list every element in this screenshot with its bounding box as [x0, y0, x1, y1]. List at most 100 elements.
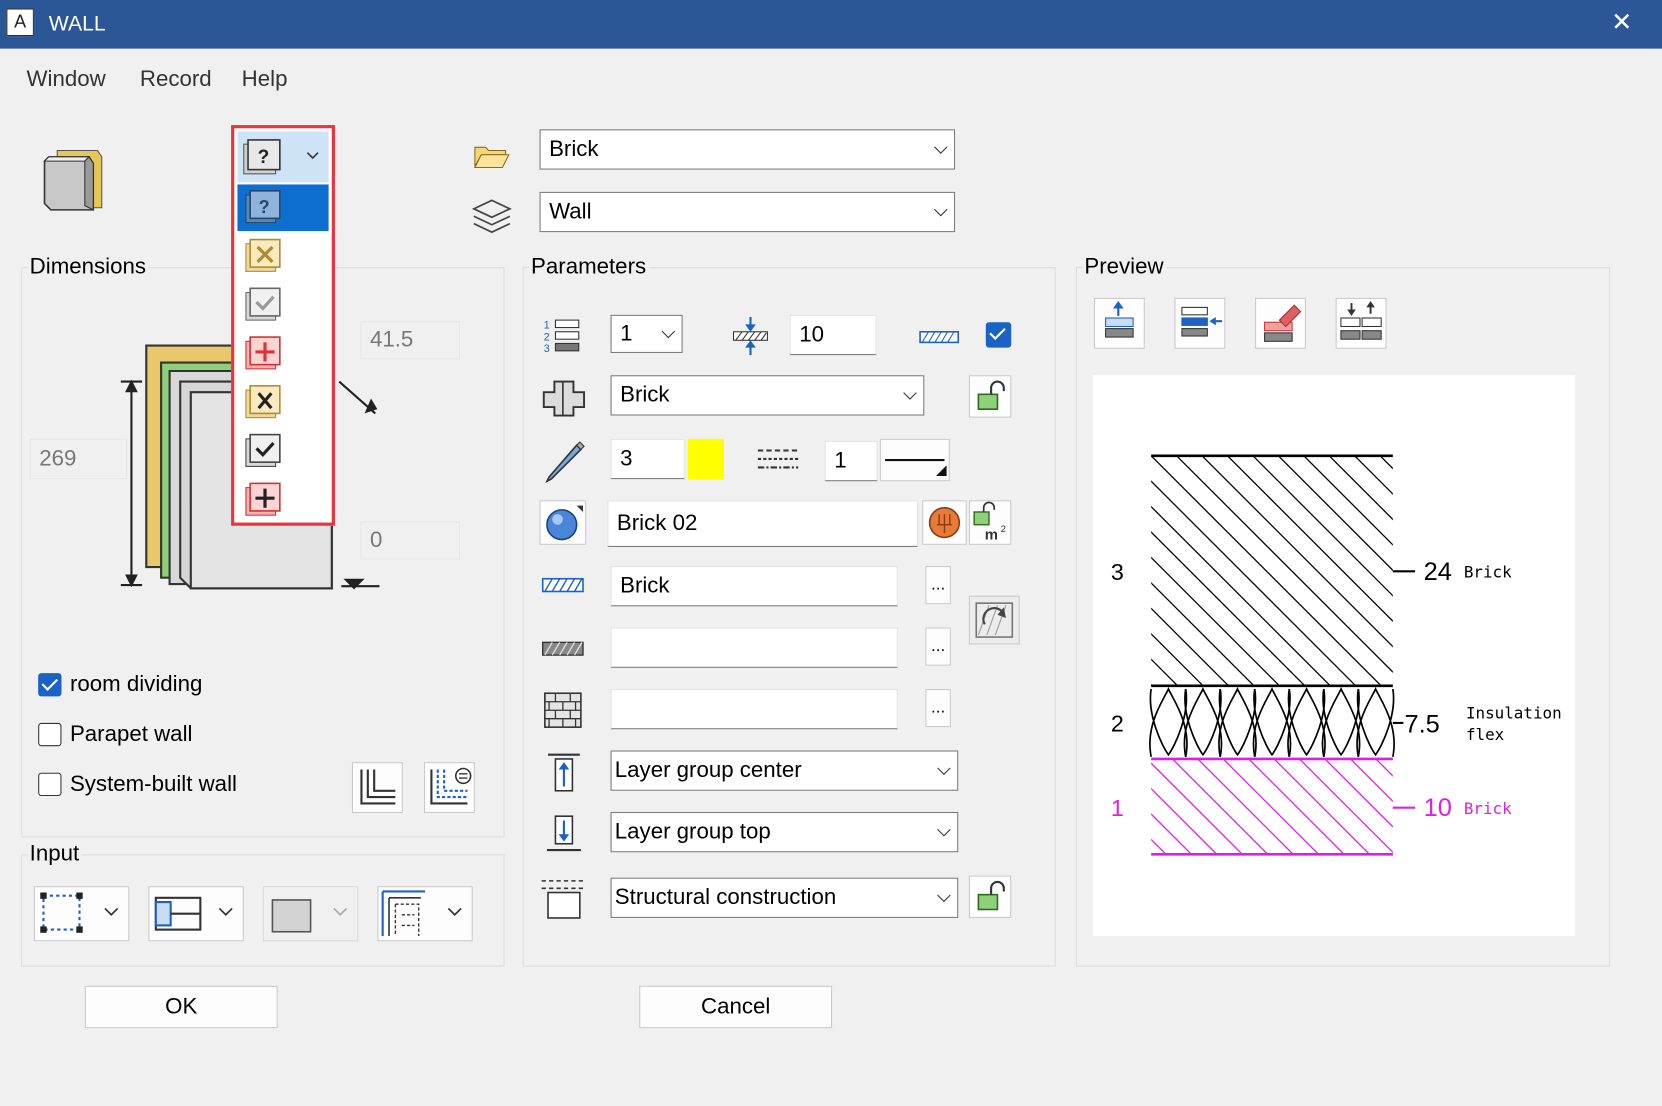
hatch-3-browse-button[interactable]: ... [925, 688, 951, 728]
offset-field[interactable]: 0 [360, 521, 461, 560]
chevron-down-icon [903, 386, 917, 400]
close-button[interactable]: ✕ [1601, 6, 1643, 40]
preview-hatch-line [1273, 758, 1370, 855]
hatch-3-input[interactable] [610, 688, 898, 730]
insulation-loop [1183, 686, 1223, 758]
anchor-top-value: Layer group top [614, 819, 771, 844]
unlock-icon [977, 880, 1005, 911]
material-lock-button[interactable] [968, 375, 1012, 418]
layer-number-icon: 1 2 3 [544, 319, 580, 355]
hatch-2-input[interactable] [610, 627, 898, 668]
preview-hatch-line [1324, 758, 1393, 828]
construction-icon [541, 880, 587, 919]
pen-color-swatch[interactable] [687, 438, 724, 480]
area-lock-button[interactable]: m 2 [968, 500, 1012, 545]
hatch-blue-icon [541, 577, 584, 593]
status-option-check-light[interactable] [237, 282, 328, 329]
room-dividing-label: room dividing [69, 672, 203, 697]
cross-yellow-icon [245, 238, 281, 272]
insulation-loop [1287, 686, 1326, 758]
svg-text:?: ? [258, 147, 270, 168]
status-option-question[interactable]: ? [237, 184, 329, 232]
parameter-material-combo[interactable]: Brick [610, 375, 925, 416]
menu-window[interactable]: Window [26, 67, 105, 92]
wall-placement-icon [154, 896, 233, 931]
plus-red-icon [245, 336, 281, 370]
check-bold-icon [245, 433, 281, 467]
construction-lock-button[interactable] [968, 875, 1012, 918]
layer-number-combo[interactable]: 1 [610, 314, 683, 353]
line-style-button[interactable] [879, 438, 950, 482]
question-layer-icon: ? [245, 190, 281, 224]
layer-insert-icon [1181, 306, 1223, 337]
status-option-cross-bold[interactable] [237, 379, 328, 426]
material-combo[interactable]: Brick [539, 129, 956, 170]
wall-settings-button[interactable] [423, 762, 475, 814]
chevron-down-icon [937, 761, 951, 775]
thickness-apply-checkbox[interactable] [985, 322, 1012, 348]
svg-text:3: 3 [544, 343, 550, 355]
pen-thickness-value: 3 [620, 446, 633, 471]
surface-texture-button[interactable] [922, 500, 967, 545]
status-option-plus-bold[interactable] [237, 477, 328, 524]
layer-swap-button[interactable] [1335, 297, 1387, 349]
insulation-loop [1252, 686, 1292, 758]
height-field[interactable]: 269 [29, 438, 128, 480]
room-dividing-checkbox[interactable] [38, 673, 62, 697]
hatch-2-browse-button[interactable]: ... [925, 627, 951, 666]
thickness-input[interactable]: 10 [789, 314, 877, 356]
construction-combo[interactable]: Structural construction [610, 877, 959, 918]
question-layer-icon: ? [243, 139, 319, 175]
layer-erase-icon [1264, 304, 1302, 342]
thickness-arrows-icon [732, 316, 768, 356]
insulation-loop [1149, 686, 1188, 758]
preview-hatch-line [1151, 762, 1243, 855]
status-option-plus-light[interactable] [237, 331, 328, 378]
status-option-cross-light[interactable] [237, 233, 328, 280]
ok-button[interactable]: OK [84, 985, 278, 1029]
preview-layer-1-index: 1 [1111, 795, 1124, 821]
input-fill-dropdown[interactable] [262, 886, 359, 942]
hatch-1-input[interactable]: Brick [610, 566, 898, 607]
hatch-reset-button[interactable] [968, 595, 1020, 645]
status-dropdown-button[interactable]: ? [237, 131, 329, 183]
parapet-wall-checkbox[interactable] [38, 722, 62, 747]
thickness-field[interactable]: 41.5 [360, 321, 461, 360]
input-polygon-dropdown[interactable] [33, 886, 130, 942]
construction-value: Structural construction [614, 885, 837, 910]
offset-value: 0 [369, 527, 383, 553]
material-puzzle-icon [542, 380, 586, 417]
layer-move-up-button[interactable] [1093, 297, 1145, 349]
sphere-icon [546, 505, 583, 541]
line-type-input[interactable]: 1 [824, 440, 878, 482]
layer-preview-drawing: 3 24 Brick 2 7.5 Insulation flex 1 10 Br… [1111, 454, 1562, 856]
corner-join-button[interactable] [351, 762, 403, 814]
texture-ball-icon [928, 506, 961, 539]
pen-icon [545, 441, 585, 484]
anchor-center-combo[interactable]: Layer group center [610, 750, 959, 791]
insulation-loop [1218, 686, 1257, 758]
anchor-top-combo[interactable]: Layer group top [610, 811, 959, 853]
parapet-wall-label: Parapet wall [69, 721, 193, 747]
status-option-check-bold[interactable] [237, 428, 328, 475]
layer-combo[interactable]: Wall [539, 191, 956, 233]
surface-input[interactable]: Brick 02 [607, 500, 918, 547]
preview-layer-1-thickness: 10 [1424, 794, 1452, 822]
wall-settings-icon [430, 767, 472, 805]
hatch-grey-icon [542, 641, 584, 656]
input-offset-dropdown[interactable] [377, 886, 473, 942]
preview-layer-2-name-line2: flex [1466, 725, 1504, 744]
layer-delete-button[interactable] [1255, 297, 1306, 349]
hatch-1-browse-button[interactable]: ... [925, 566, 951, 605]
surface-button[interactable] [539, 500, 587, 545]
menu-help[interactable]: Help [242, 67, 288, 92]
parameter-material-value: Brick [620, 382, 670, 408]
pen-thickness-input[interactable]: 3 [610, 438, 685, 480]
system-built-wall-checkbox[interactable] [38, 772, 62, 797]
menu-record[interactable]: Record [140, 67, 212, 92]
layer-insert-button[interactable] [1174, 297, 1226, 349]
cancel-button[interactable]: Cancel [639, 985, 833, 1029]
input-wall-type-dropdown[interactable] [148, 886, 244, 942]
linetype-icon [757, 449, 799, 469]
wall-component-icon [43, 149, 103, 211]
